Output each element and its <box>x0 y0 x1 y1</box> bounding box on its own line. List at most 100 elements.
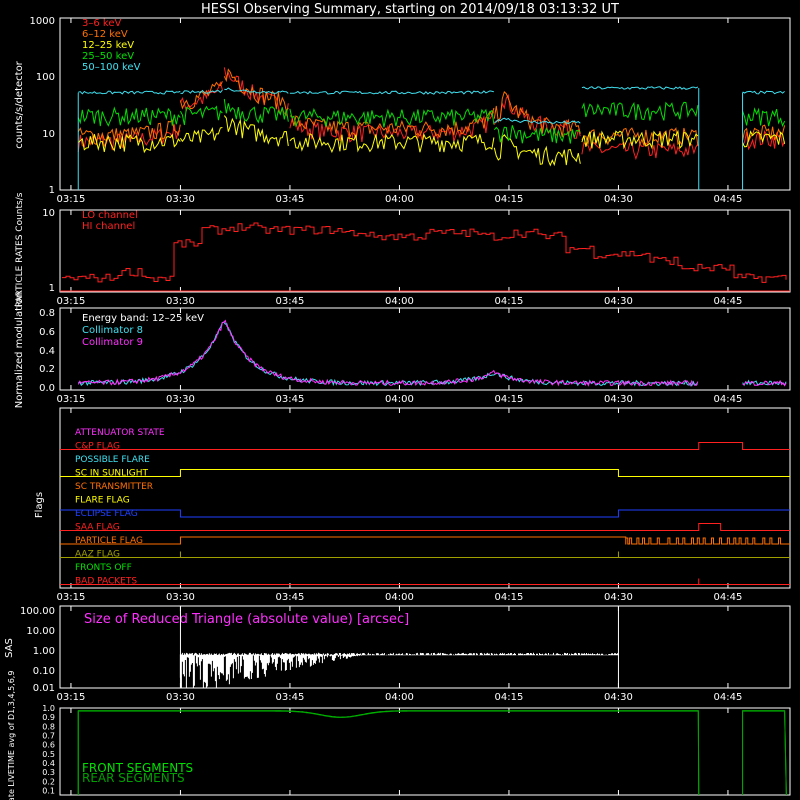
counts-xtick-label: 03:15 <box>57 194 86 205</box>
counts-series-12-25-kev <box>223 115 289 147</box>
livetime-ytick: 0.6 <box>42 741 55 750</box>
particle-xtick-label: 03:15 <box>57 296 86 307</box>
sas-xtick-label: 04:15 <box>495 692 524 703</box>
legend-12-25-kev: 12–25 keV <box>82 40 134 51</box>
legend-25-50-kev: 25–50 keV <box>82 51 134 62</box>
livetime-ytick: 0.5 <box>42 750 55 759</box>
flags-xtick-label: 04:30 <box>604 592 633 603</box>
modulation-energy-band: Energy band: 12–25 keV <box>82 313 204 324</box>
particle-ytick-10: 10 <box>42 208 55 219</box>
counts-xtick-label: 04:45 <box>714 194 743 205</box>
flag-label: SC TRANSMITTER <box>75 482 153 492</box>
counts-series-6-12-kev <box>179 81 223 110</box>
modulation-collimator-8-line <box>78 321 698 387</box>
modulation-ytick-2: 0.4 <box>39 346 55 357</box>
modulation-ytick-4: 0.8 <box>39 308 55 319</box>
particle-xtick-label: 04:15 <box>495 296 524 307</box>
sas-xtick-label: 03:15 <box>57 692 86 703</box>
flags-xtick-label: 03:45 <box>276 592 305 603</box>
modulation-xtick-label: 03:15 <box>57 394 86 405</box>
counts-frame <box>59 17 791 191</box>
flag-label: ATTENUATOR STATE <box>75 428 165 438</box>
counts-series-50-100-kev <box>581 86 699 90</box>
particle-xtick-label: 03:30 <box>166 296 195 307</box>
flag-line <box>60 469 790 477</box>
counts-series-12-25-kev <box>179 126 223 143</box>
counts-series-50-100-kev <box>289 90 495 95</box>
sas-triangle-line <box>179 652 619 688</box>
modulation-xtick-label: 04:45 <box>714 394 743 405</box>
flags-frame <box>59 407 791 589</box>
livetime-rear-line <box>742 710 787 796</box>
legend-lo-channel: LO channel <box>82 210 138 221</box>
livetime-ytick: 0.9 <box>42 713 55 722</box>
sas-ytick-2: 1.00 <box>33 646 55 657</box>
counts-xtick-label: 04:00 <box>385 194 414 205</box>
particle-ylabel-text: PARTICLE RATES Counts/s <box>15 192 25 307</box>
legend-rear-segments: REAR SEGMENTS <box>82 771 185 785</box>
flag-line <box>60 578 790 585</box>
sas-xtick-label: 04:00 <box>385 692 414 703</box>
particle-xtick-label: 03:45 <box>276 296 305 307</box>
sas-ylabel: SAS <box>4 638 15 658</box>
counts-series-25-50-kev <box>742 107 786 128</box>
hessi-summary-plot: HESSI Observing Summary, starting on 201… <box>4 2 791 800</box>
counts-ytick-100: 100 <box>36 72 55 83</box>
counts-series-12-25-kev <box>493 134 581 167</box>
flag-label: FLARE FLAG <box>75 496 130 506</box>
counts-ylabel: counts/s/detector <box>14 60 25 148</box>
flag-line <box>60 442 790 450</box>
counts-xtick-label: 04:30 <box>604 194 633 205</box>
sas-ytick-3: 10.00 <box>26 626 55 637</box>
counts-ytick-1000: 1000 <box>30 16 55 27</box>
livetime-ylabel: Mon. Rate LIVETIME avg of D1,3,4,5,6,9 <box>7 671 16 800</box>
counts-series-25-50-kev <box>179 105 223 126</box>
flag-label: FRONTS OFF <box>75 563 132 573</box>
livetime-ytick: 0.3 <box>42 768 55 777</box>
sas-xtick-label: 03:30 <box>166 692 195 703</box>
counts-series-6-12-kev <box>223 68 289 113</box>
modulation-xtick-label: 04:15 <box>495 394 524 405</box>
sas-xtick-label: 03:45 <box>276 692 305 703</box>
flag-line <box>60 536 790 545</box>
modulation-xtick-label: 04:30 <box>604 394 633 405</box>
legend-collimator-8: Collimator 8 <box>82 325 143 336</box>
sas-annotation: Size of Reduced Triangle (absolute value… <box>84 612 409 627</box>
counts-series-3-6-kev <box>289 111 495 143</box>
counts-series-25-50-kev <box>581 101 699 121</box>
flags-xtick-label: 04:00 <box>385 592 414 603</box>
sas-ytick-0: 0.01 <box>33 683 55 694</box>
flags-xtick-label: 03:15 <box>57 592 86 603</box>
livetime-front-line <box>742 710 787 796</box>
livetime-ytick: 0.8 <box>42 722 55 731</box>
legend-hi-channel: HI channel <box>82 221 135 232</box>
legend-collimator-9: Collimator 9 <box>82 337 143 348</box>
particle-lo-channel-line <box>62 222 787 283</box>
modulation-collimator-9-line <box>77 319 699 387</box>
flags-xtick-label: 03:30 <box>166 592 195 603</box>
counts-ytick-10: 10 <box>42 129 55 140</box>
flag-label: POSSIBLE FLARE <box>75 455 150 465</box>
flag-line <box>60 523 790 531</box>
modulation-ytick-3: 0.6 <box>39 327 55 338</box>
flags-xtick-label: 04:45 <box>714 592 743 603</box>
legend-3-6-kev: 3–6 keV <box>82 18 121 29</box>
livetime-ytick: 0.1 <box>42 786 55 795</box>
legend-50-100-kev: 50–100 keV <box>82 62 141 73</box>
livetime-ytick: 0.4 <box>42 759 55 768</box>
counts-series-50-100-kev <box>742 90 785 95</box>
counts-series-50-100-kev <box>78 90 181 95</box>
sas-ytick-1: 0.10 <box>33 666 55 677</box>
plot-title: HESSI Observing Summary, starting on 201… <box>201 2 619 17</box>
sas-xtick-label: 04:45 <box>714 692 743 703</box>
modulation-xtick-label: 04:00 <box>385 394 414 405</box>
particle-xtick-label: 04:30 <box>604 296 633 307</box>
livetime-ytick: 0.7 <box>42 732 55 741</box>
modulation-ylabel: Normalized modulation <box>14 292 25 409</box>
flag-line <box>60 551 790 558</box>
sas-ytick-4: 100.00 <box>20 606 55 617</box>
modulation-ytick-0: 0.0 <box>39 383 55 394</box>
flag-line <box>60 509 790 518</box>
counts-series-12-25-kev <box>742 130 786 148</box>
modulation-xtick-label: 03:30 <box>166 394 195 405</box>
